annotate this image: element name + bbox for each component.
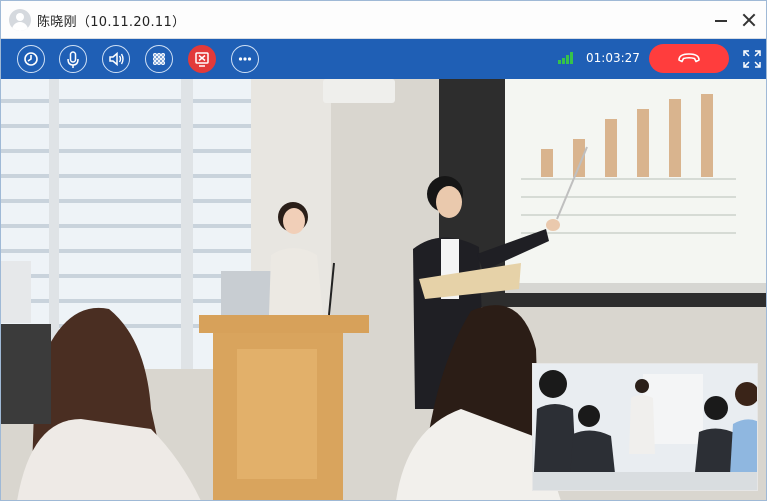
fullscreen-button[interactable] [742,49,762,69]
speaker-button[interactable] [102,45,130,73]
signal-strength-icon [558,52,574,64]
hang-up-icon [678,53,700,63]
more-icon [238,57,252,61]
window-title: 陈晓刚（10.11.20.11） [37,15,186,30]
record-icon [24,52,38,66]
more-button[interactable] [231,45,259,73]
call-toolbar: 01:03:27 [1,39,766,79]
microphone-button[interactable] [59,45,87,73]
minimize-button[interactable] [711,10,731,30]
fullscreen-icon [743,50,761,68]
avatar[interactable] [9,9,31,31]
call-timer: 01:03:27 [586,51,640,65]
self-view-scene [533,364,757,490]
record-button[interactable] [17,45,45,73]
title-bar: 陈晓刚（10.11.20.11） [1,1,766,39]
speaker-icon [109,51,124,67]
dialpad-button[interactable] [145,45,173,73]
self-view-video[interactable] [532,363,758,491]
dialpad-icon [152,52,166,66]
microphone-icon [67,51,79,68]
hang-up-button[interactable] [649,44,729,73]
remote-video [1,79,766,500]
video-call-window: 陈晓刚（10.11.20.11） 01:03:27 [0,0,767,501]
stop-share-button[interactable] [188,45,216,73]
close-button[interactable] [739,10,759,30]
stop-share-icon [195,52,209,67]
